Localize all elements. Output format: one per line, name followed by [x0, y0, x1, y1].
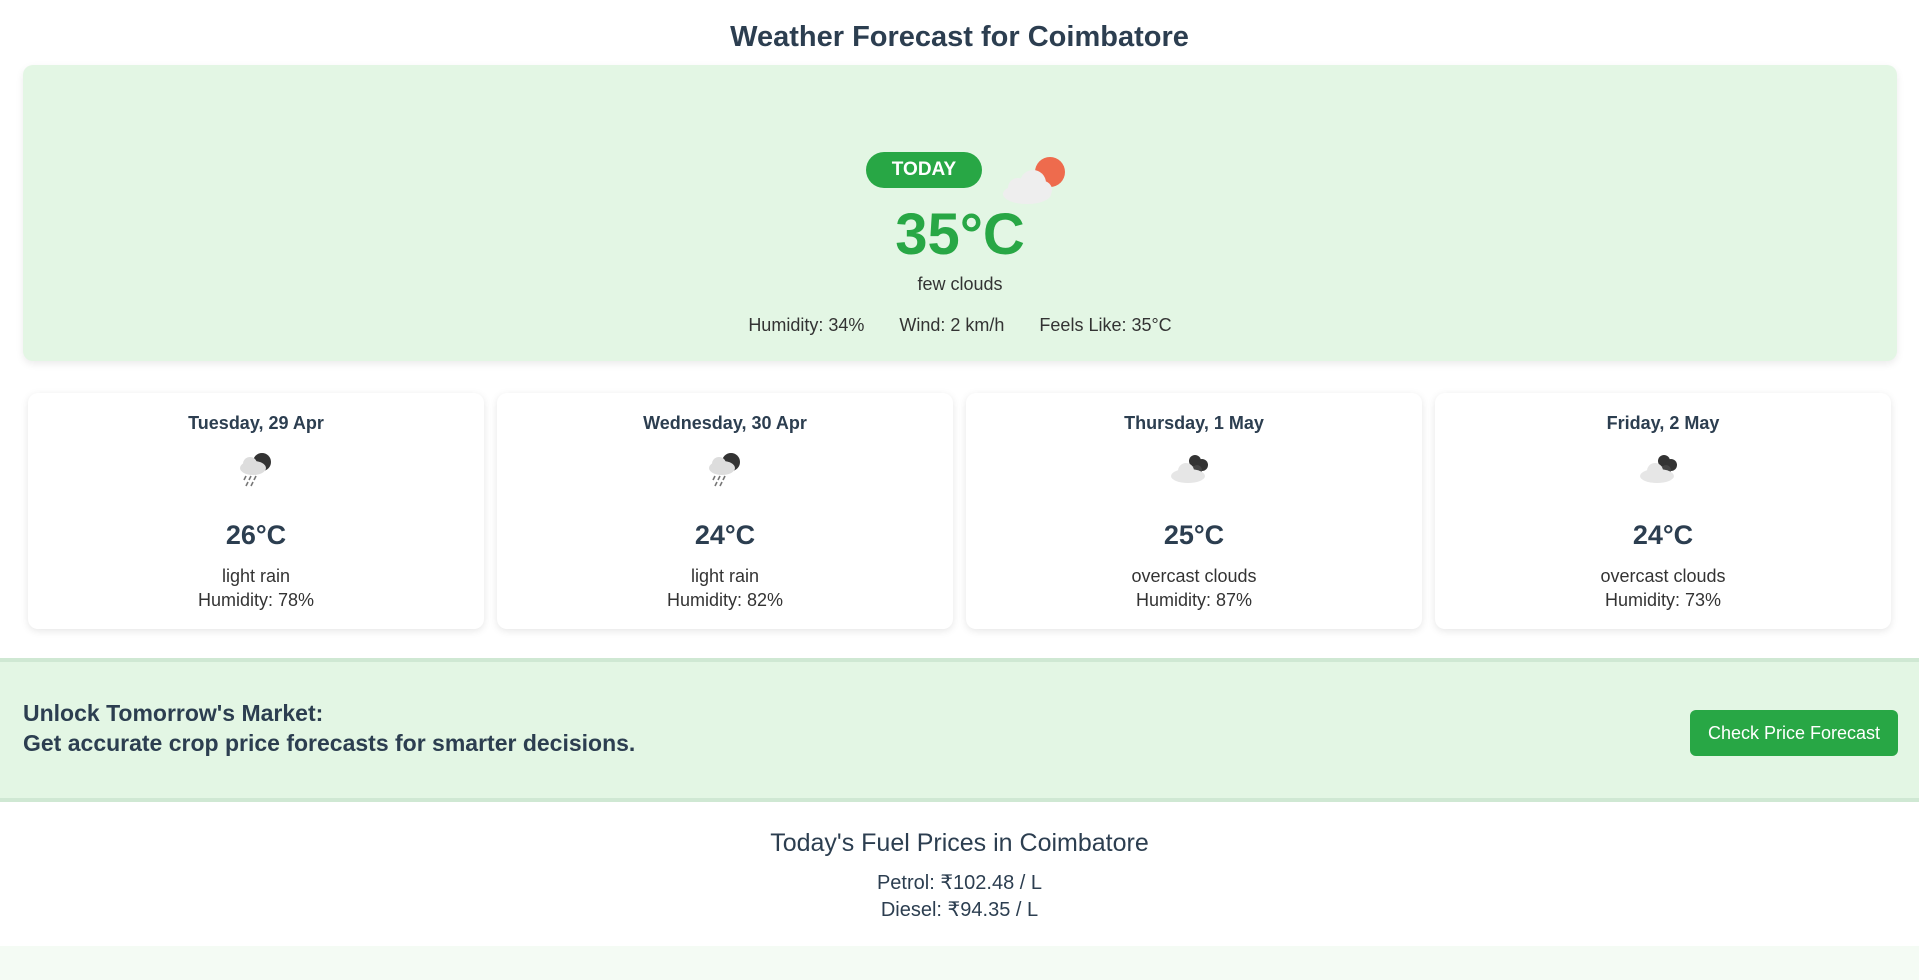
petrol-price: Petrol: ₹102.48 / L: [876, 872, 1043, 894]
check-price-forecast-button[interactable]: Check Price Forecast: [1690, 710, 1898, 756]
forecast-temperature: 24°C: [1632, 520, 1694, 550]
page-title: Weather Forecast for Coimbatore: [730, 21, 1189, 53]
forecast-list: Tuesday, 29 Apr 26°C light rain Humidity…: [28, 393, 1893, 629]
forecast-humidity: Humidity: 82%: [666, 590, 784, 610]
forecast-card: Thursday, 1 May 25°C overcast clouds Hum…: [966, 393, 1422, 629]
footer-strip: [0, 946, 1919, 980]
forecast-description: overcast clouds: [1131, 566, 1257, 586]
forecast-date: Wednesday, 30 Apr: [643, 413, 807, 433]
few-clouds-icon: [983, 111, 1093, 211]
promo-subtext: Get accurate crop price forecasts for sm…: [23, 730, 636, 756]
today-humidity: Humidity: 34%: [748, 315, 865, 335]
fuel-prices-title: Today's Fuel Prices in Coimbatore: [770, 829, 1149, 857]
today-description: few clouds: [917, 274, 1003, 294]
today-badge: TODAY: [866, 152, 982, 188]
forecast-date: Tuesday, 29 Apr: [188, 413, 324, 433]
today-wind: Wind: 2 km/h: [899, 315, 1005, 335]
price-forecast-promo: Unlock Tomorrow's Market: Get accurate c…: [0, 658, 1919, 802]
forecast-card: Wednesday, 30 Apr 24°C light rain Humidi…: [497, 393, 953, 629]
today-stats: Humidity: 34% Wind: 2 km/h Feels Like: 3…: [23, 313, 1897, 337]
forecast-description: overcast clouds: [1600, 566, 1726, 586]
forecast-humidity: Humidity: 78%: [197, 590, 315, 610]
fuel-prices: Today's Fuel Prices in Coimbatore Petrol…: [0, 826, 1919, 924]
overcast-clouds-icon: [1633, 443, 1693, 493]
forecast-humidity: Humidity: 87%: [1135, 590, 1253, 610]
forecast-card: Tuesday, 29 Apr 26°C light rain Humidity…: [28, 393, 484, 629]
overcast-clouds-icon: [1164, 443, 1224, 493]
forecast-date: Friday, 2 May: [1606, 413, 1720, 433]
today-temperature: 35°C: [895, 202, 1025, 267]
diesel-price: Diesel: ₹94.35 / L: [880, 899, 1039, 921]
light-rain-icon: [695, 443, 755, 493]
forecast-card: Friday, 2 May 24°C overcast clouds Humid…: [1435, 393, 1891, 629]
forecast-date: Thursday, 1 May: [1124, 413, 1264, 433]
forecast-description: light rain: [221, 566, 291, 586]
forecast-temperature: 24°C: [694, 520, 756, 550]
today-feels-like: Feels Like: 35°C: [1039, 315, 1172, 335]
promo-headline: Unlock Tomorrow's Market:: [23, 700, 324, 726]
promo-text: Unlock Tomorrow's Market: Get accurate c…: [23, 698, 635, 758]
forecast-temperature: 26°C: [225, 520, 287, 550]
today-weather-card: TODAY 35°C few clouds Humidity: 34% Wind…: [23, 65, 1897, 361]
forecast-humidity: Humidity: 73%: [1604, 590, 1722, 610]
forecast-temperature: 25°C: [1163, 520, 1225, 550]
light-rain-icon: [226, 443, 286, 493]
forecast-description: light rain: [690, 566, 760, 586]
